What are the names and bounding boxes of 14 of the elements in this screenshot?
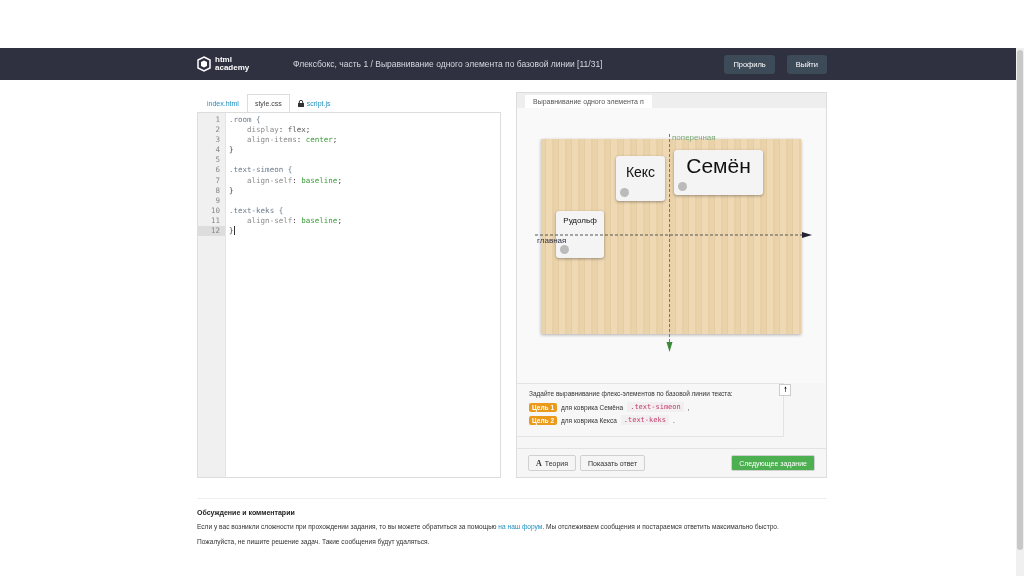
circle-icon bbox=[620, 188, 629, 197]
text-cursor bbox=[233, 226, 235, 236]
breadcrumb: Флексбокс, часть 1 / Выравнивание одного элемента по базовой линии [11/31] bbox=[293, 59, 604, 69]
card-name: Кекс bbox=[624, 164, 657, 180]
logo-text[interactable]: html academy bbox=[215, 56, 250, 72]
axis-label: главная bbox=[537, 236, 567, 245]
scrollbar[interactable] bbox=[1016, 48, 1024, 576]
card-name: Рудольф bbox=[562, 216, 598, 225]
circle-icon bbox=[560, 245, 569, 254]
lock-icon bbox=[297, 100, 304, 107]
logo-icon bbox=[197, 56, 211, 72]
circle-icon bbox=[678, 182, 687, 191]
card-name: Семён bbox=[685, 154, 752, 178]
axis-label: поперечная bbox=[672, 133, 716, 142]
